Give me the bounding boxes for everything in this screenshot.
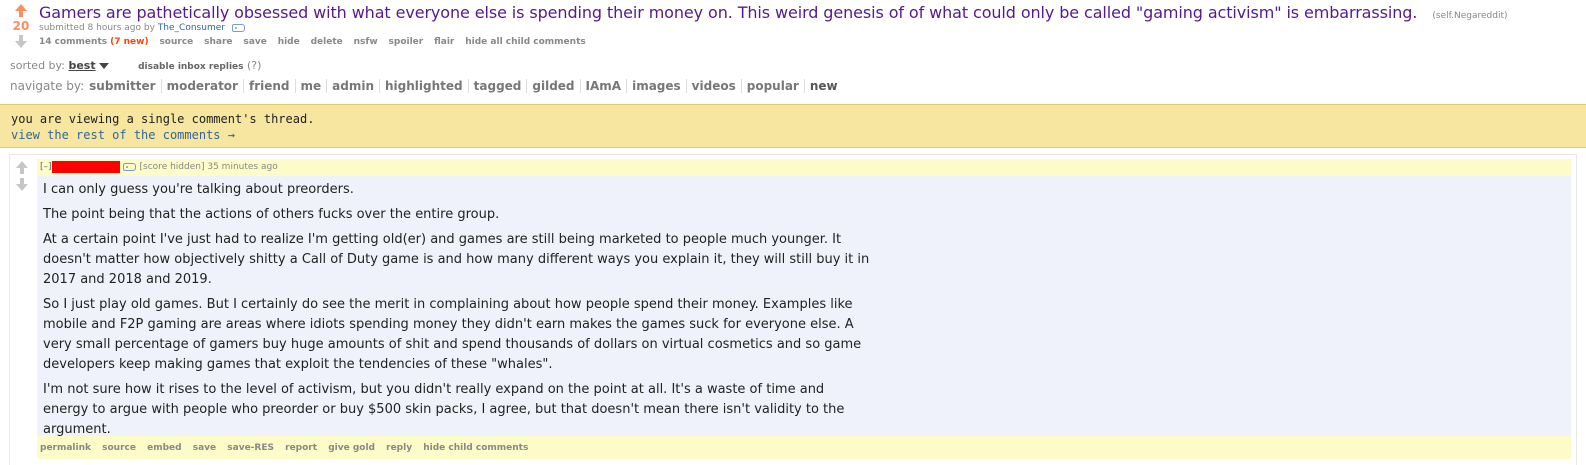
- redacted-username: [51, 161, 120, 173]
- comment-buttons: permalink source embed save save-RES rep…: [40, 443, 536, 453]
- nav-me[interactable]: me: [295, 79, 328, 93]
- comment-downvote-arrow-icon[interactable]: [15, 178, 29, 192]
- post-header: 20 Gamers are pathetically obsessed with…: [0, 0, 1586, 58]
- post-nsfw-button[interactable]: nsfw: [354, 37, 378, 47]
- permalink-button[interactable]: permalink: [40, 443, 91, 453]
- embed-button[interactable]: embed: [147, 443, 181, 453]
- upvote-arrow-icon[interactable]: [14, 4, 28, 18]
- nav-highlighted[interactable]: highlighted: [380, 79, 469, 93]
- comment-tagline: [–] [score hidden] 35 minutes ago: [40, 161, 278, 173]
- post-title-line: Gamers are pathetically obsessed with wh…: [39, 3, 1508, 22]
- comments-link[interactable]: 14 comments (7 new): [39, 37, 149, 47]
- comment-upvote-arrow-icon[interactable]: [15, 161, 29, 175]
- nav-popular[interactable]: popular: [741, 79, 805, 93]
- reply-button[interactable]: reply: [386, 443, 412, 453]
- nav-images[interactable]: images: [627, 79, 687, 93]
- post-tagline-prefix: submitted 8 hours ago by: [39, 23, 155, 33]
- post-flair-button[interactable]: flair: [434, 37, 454, 47]
- hide-child-comments-button[interactable]: hide child comments: [423, 443, 528, 453]
- chevron-down-icon[interactable]: [98, 63, 109, 69]
- disable-inbox-replies-toggle[interactable]: disable inbox replies: [138, 62, 243, 72]
- collapse-comment-button[interactable]: [–]: [40, 162, 52, 172]
- user-tag-icon[interactable]: [231, 23, 245, 32]
- new-comments-count: (7 new): [110, 37, 149, 47]
- sort-dropdown[interactable]: best: [68, 59, 95, 72]
- single-thread-notice: you are viewing a single comment's threa…: [11, 112, 315, 126]
- nav-submitter[interactable]: submitter: [84, 79, 162, 93]
- navigate-bar: navigate by: submitter moderator friend me ad…: [10, 79, 843, 93]
- navigate-label: navigate by:: [10, 79, 85, 93]
- nav-friend[interactable]: friend: [243, 79, 296, 93]
- post-source-button[interactable]: source: [159, 37, 193, 47]
- post-delete-button[interactable]: delete: [311, 37, 343, 47]
- comments-count: 14 comments: [39, 37, 108, 47]
- nav-new[interactable]: new: [805, 79, 843, 93]
- post-title-link[interactable]: Gamers are pathetically obsessed with wh…: [39, 3, 1417, 22]
- comment-paragraph: I can only guess you're talking about pr…: [43, 182, 354, 197]
- nav-moderator[interactable]: moderator: [161, 79, 244, 93]
- nav-iama[interactable]: IAmA: [580, 79, 628, 93]
- nav-tagged[interactable]: tagged: [468, 79, 528, 93]
- comment-source-button[interactable]: source: [102, 443, 136, 453]
- hide-all-child-comments-button[interactable]: hide all child comments: [465, 37, 585, 47]
- comment-paragraph: The point being that the actions of othe…: [43, 207, 500, 222]
- post-domain[interactable]: (self.Negareddit): [1432, 11, 1507, 21]
- give-gold-button[interactable]: give gold: [328, 443, 375, 453]
- view-rest-of-comments-link[interactable]: view the rest of the comments →: [11, 127, 1575, 143]
- nav-admin[interactable]: admin: [327, 79, 381, 93]
- score-hidden: [score hidden]: [139, 162, 205, 172]
- nav-videos[interactable]: videos: [686, 79, 742, 93]
- single-thread-banner: you are viewing a single comment's threa…: [0, 104, 1586, 148]
- report-button[interactable]: report: [285, 443, 317, 453]
- downvote-arrow-icon[interactable]: [14, 35, 28, 49]
- post-author-link[interactable]: The_Consumer: [158, 23, 225, 33]
- sort-bar: sorted by: best disable inbox replies (?…: [10, 59, 261, 72]
- comment-save-button[interactable]: save: [193, 443, 216, 453]
- post-save-button[interactable]: save: [243, 37, 266, 47]
- comment-paragraph: I'm not sure how it rises to the level o…: [43, 382, 845, 437]
- sort-label: sorted by:: [10, 59, 65, 72]
- comment-paragraph: At a certain point I've just had to real…: [43, 232, 870, 287]
- post-tagline: submitted 8 hours ago by The_Consumer: [39, 23, 245, 33]
- post-vote-column: 20: [10, 4, 32, 49]
- post-share-button[interactable]: share: [204, 37, 232, 47]
- comment-paragraph: So I just play old games. But I certainl…: [43, 297, 862, 372]
- post-score: 20: [12, 19, 30, 33]
- post-hide-button[interactable]: hide: [278, 37, 300, 47]
- user-tag-icon[interactable]: [122, 162, 136, 171]
- nav-gilded[interactable]: gilded: [527, 79, 581, 93]
- post-buttons: 14 comments (7 new) source share save hid…: [39, 37, 594, 47]
- comment: [–] [score hidden] 35 minutes ago I can o…: [37, 159, 1571, 459]
- save-res-button[interactable]: save-RES: [227, 443, 274, 453]
- comment-body: I can only guess you're talking about pr…: [38, 176, 1571, 437]
- comment-thread: [–] [score hidden] 35 minutes ago I can o…: [9, 154, 1577, 465]
- comment-time: 35 minutes ago: [207, 162, 278, 172]
- post-spoiler-button[interactable]: spoiler: [389, 37, 424, 47]
- comment-vote-column: [15, 161, 31, 192]
- help-link[interactable]: (?): [247, 59, 261, 72]
